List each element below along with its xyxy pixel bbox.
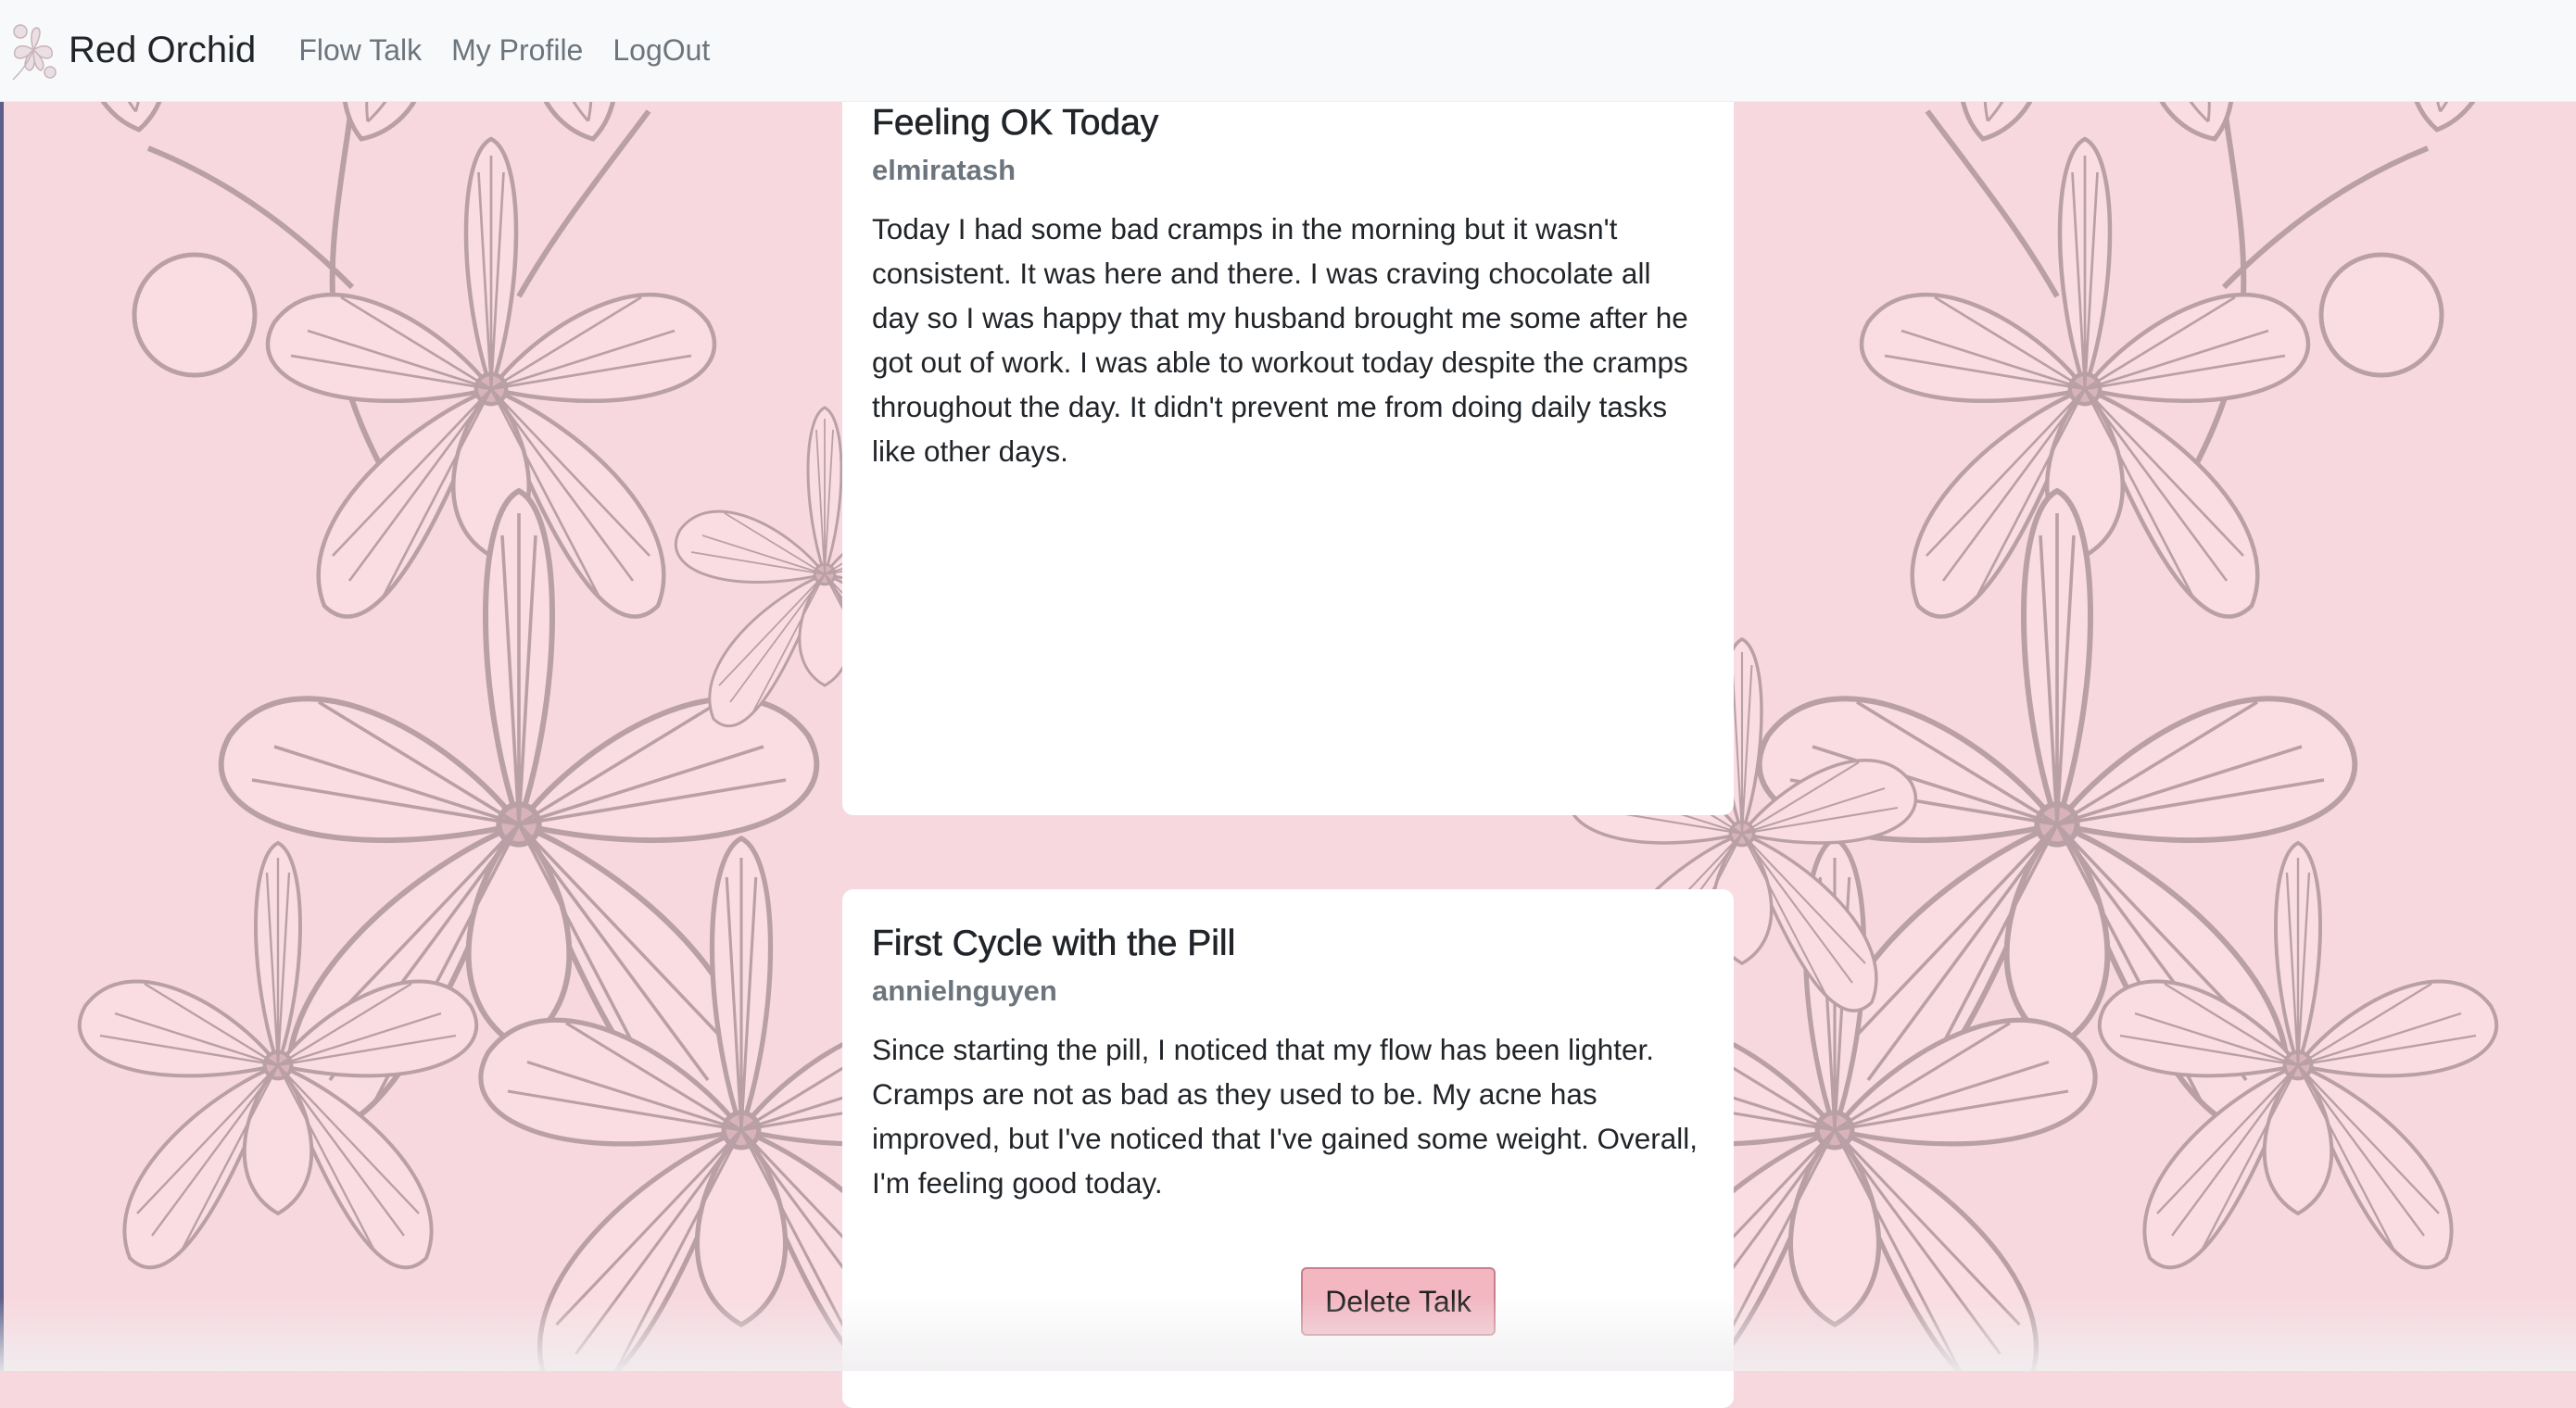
nav-link-logout[interactable]: LogOut: [612, 33, 710, 68]
talk-card: Feeling OK Today elmiratash Today I had …: [842, 74, 1734, 815]
talk-author: elmiratash: [872, 153, 1017, 186]
talk-title: Feeling OK Today: [872, 103, 1159, 144]
nav-link-my-profile[interactable]: My Profile: [451, 33, 583, 68]
nav-link-flow-talk[interactable]: Flow Talk: [298, 33, 422, 68]
window-edge: [0, 0, 4, 1371]
navbar: Red Orchid Flow Talk My Profile LogOut: [0, 0, 2576, 102]
delete-talk-button[interactable]: Delete Talk: [1301, 1267, 1496, 1336]
talk-title: First Cycle with the Pill: [872, 924, 1236, 964]
talk-body: Today I had some bad cramps in the morni…: [872, 211, 1688, 468]
talk-body: Since starting the pill, I noticed that …: [872, 1032, 1698, 1200]
orchid-logo-icon[interactable]: [4, 15, 63, 87]
brand-link[interactable]: Red Orchid: [69, 30, 256, 71]
talk-author: annielnguyen: [872, 974, 1057, 1007]
talk-card: First Cycle with the Pill annielnguyen S…: [842, 889, 1734, 1408]
